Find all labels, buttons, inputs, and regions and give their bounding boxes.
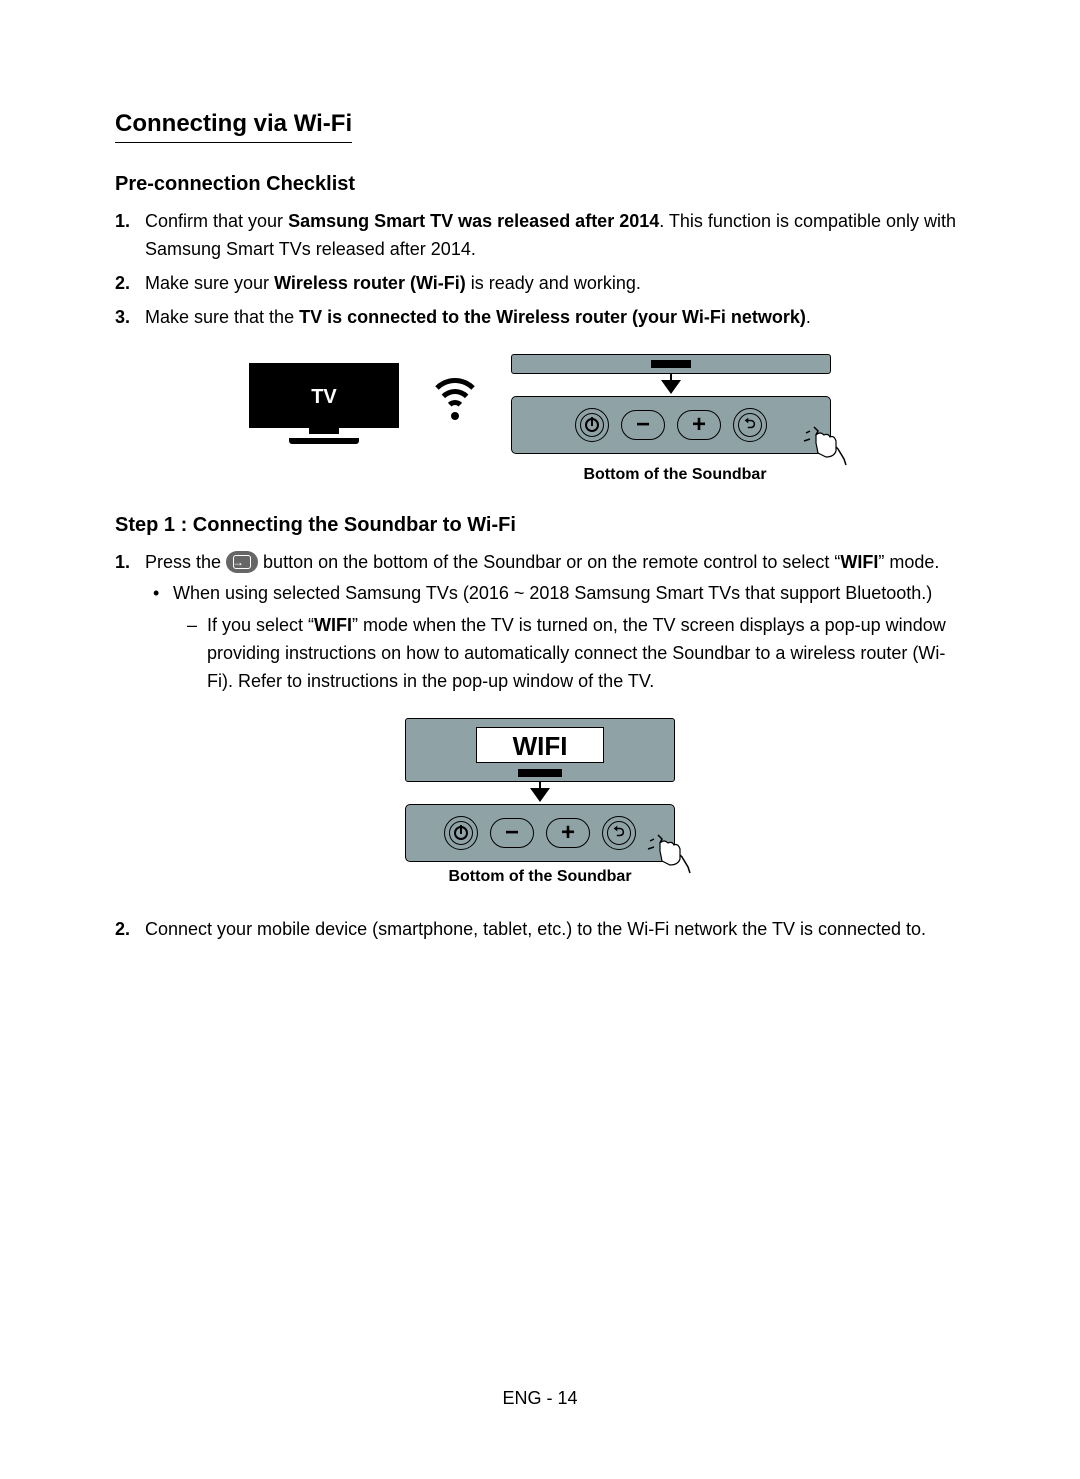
bullet-list: When using selected Samsung TVs (2016 ~ … [145,580,965,696]
checklist-item: 3. Make sure that the TV is connected to… [115,304,965,332]
power-button-icon [444,816,478,850]
step1-item: 2. Connect your mobile device (smartphon… [115,916,965,944]
step1-block: Step 1 : Connecting the Soundbar to Wi-F… [115,514,965,944]
volume-down-icon: − [621,410,665,440]
list-number: 1. [115,549,145,700]
step1-list-cont: 2. Connect your mobile device (smartphon… [115,916,965,944]
dash-list: If you select “WIFI” mode when the TV is… [173,612,965,696]
list-number: 1. [115,208,145,264]
step1-list: 1. Press the button on the bottom of the… [115,549,965,700]
step1-heading: Step 1 : Connecting the Soundbar to Wi-F… [115,514,965,537]
list-number: 3. [115,304,145,332]
checklist-block: Pre-connection Checklist 1. Confirm that… [115,173,965,484]
list-text: Connect your mobile device (smartphone, … [145,916,965,944]
list-text: Confirm that your Samsung Smart TV was r… [145,208,965,264]
soundbar-button-panel: − + ⮌ [511,396,831,454]
volume-up-icon: + [677,410,721,440]
soundbar-button-panel: − + ⮌ [405,804,675,862]
checklist-item: 1. Confirm that your Samsung Smart TV wa… [115,208,965,264]
soundbar-display: WIFI [405,718,675,782]
hand-pointer-icon [646,833,692,875]
page-footer: ENG - 14 [0,1388,1080,1409]
tv-label: TV [249,363,399,428]
source-button-icon: ⮌ [602,816,636,850]
list-number: 2. [115,270,145,298]
list-text: Press the button on the bottom of the So… [145,549,965,700]
figure-soundbar-wifi: WIFI − + ⮌ Bottom of the Soundbar [115,718,965,886]
tv-illustration: TV [249,363,399,444]
list-text: Make sure your Wireless router (Wi-Fi) i… [145,270,965,298]
list-number: 2. [115,916,145,944]
checklist-heading: Pre-connection Checklist [115,173,965,196]
soundbar-bottom-illustration: − + ⮌ [511,354,831,454]
figure2-caption: Bottom of the Soundbar [115,868,965,886]
list-text: Make sure that the TV is connected to th… [145,304,965,332]
source-button-icon: ⮌ [733,408,767,442]
hand-pointer-icon [802,425,848,467]
volume-down-icon: − [490,818,534,848]
figure1-caption: Bottom of the Soundbar [115,466,965,484]
section-title: Connecting via Wi-Fi [115,110,352,143]
source-input-icon [226,551,258,573]
checklist-item: 2. Make sure your Wireless router (Wi-Fi… [115,270,965,298]
dash-item: If you select “WIFI” mode when the TV is… [173,612,965,696]
wifi-icon [427,378,483,430]
checklist-list: 1. Confirm that your Samsung Smart TV wa… [115,208,965,332]
figure-tv-wifi-soundbar: TV − + ⮌ [115,354,965,454]
step1-item: 1. Press the button on the bottom of the… [115,549,965,700]
volume-up-icon: + [546,818,590,848]
power-button-icon [575,408,609,442]
bullet-item: When using selected Samsung TVs (2016 ~ … [145,580,965,696]
soundbar-display-label: WIFI [476,727,604,763]
